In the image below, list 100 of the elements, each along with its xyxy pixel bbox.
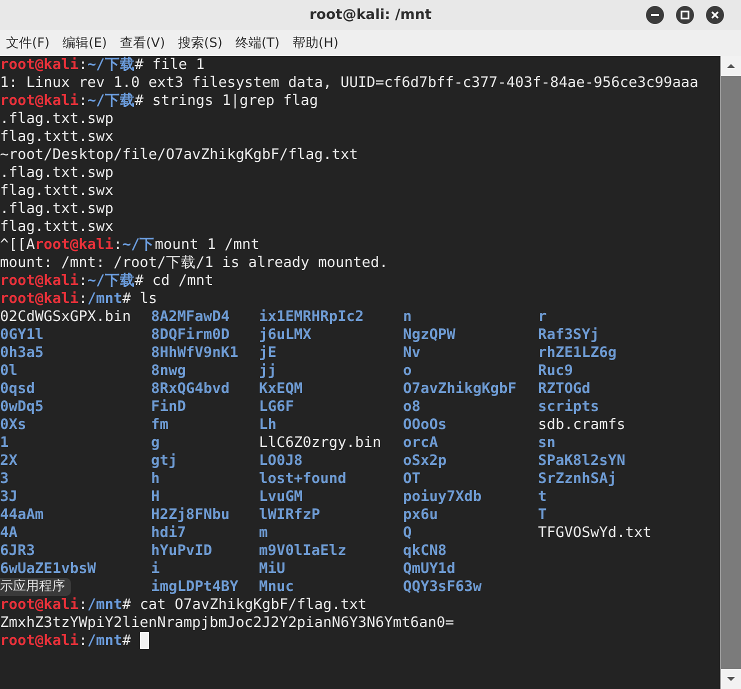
directory-name: scripts xyxy=(538,398,600,416)
file-name: TFGVOSwYd.txt xyxy=(538,524,652,542)
directory-name: g xyxy=(151,434,160,452)
terminal-line: flag.txtt.swx xyxy=(0,219,114,235)
directory-name: 0wDq5 xyxy=(0,398,44,416)
menu-item[interactable]: 查看(V) xyxy=(120,32,166,54)
close-icon[interactable] xyxy=(706,6,724,24)
directory-name: MiU xyxy=(259,560,286,578)
terminal-line: flag.txtt.swx xyxy=(0,183,114,199)
directory-name: LO0J8 xyxy=(259,452,303,470)
directory-name: jE xyxy=(259,344,276,362)
directory-name: 8A2MFawD4 xyxy=(151,308,230,326)
file-name: sdb.cramfs xyxy=(538,416,626,434)
directory-name: m xyxy=(259,524,268,542)
directory-name: Lh xyxy=(259,416,276,434)
directory-name: lost+found xyxy=(259,470,346,488)
directory-name: QQY3sF63w xyxy=(403,578,482,596)
terminal-line: root@kali:~/下载# file 1 xyxy=(0,57,205,73)
directory-name: Nv xyxy=(403,344,420,362)
directory-name: RZTOGd xyxy=(538,380,590,398)
terminal-line: ~root/Desktop/file/O7avZhikgKgbF/flag.txt xyxy=(0,147,358,163)
directory-name: orcA xyxy=(403,434,438,452)
directory-name: 0h3a5 xyxy=(0,344,44,362)
directory-name: imgLDPt4BY xyxy=(151,578,238,596)
directory-name: h xyxy=(151,470,160,488)
menu-item[interactable]: 文件(F) xyxy=(6,32,50,54)
directory-name: 44aAm xyxy=(0,506,44,524)
directory-name: qkCN8 xyxy=(403,542,447,560)
directory-name: 6JR3 xyxy=(0,542,35,560)
directory-name: 0qsd xyxy=(0,380,35,398)
terminal-line: root@kali:/mnt# ls xyxy=(0,291,158,307)
directory-name: 0GY1l xyxy=(0,326,44,344)
directory-name: H2Zj8FNbu xyxy=(151,506,230,524)
directory-name: sn xyxy=(538,434,556,452)
terminal-line: root@kali:/mnt# cat O7avZhikgKgbF/flag.txt xyxy=(0,597,367,613)
directory-name: hdi7 xyxy=(151,524,186,542)
directory-name: 8HhWfV9nK1 xyxy=(151,344,238,362)
file-name: LlC6Z0zrgy.bin xyxy=(259,434,382,452)
directory-name: SrZznhSAj xyxy=(538,470,617,488)
directory-name: 8nwg xyxy=(151,362,186,380)
directory-name: hYuPvID xyxy=(151,542,212,560)
maximize-icon[interactable] xyxy=(676,6,694,24)
menu-item[interactable]: 编辑(E) xyxy=(62,32,107,54)
directory-name: rhZE1LZ6g xyxy=(538,344,617,362)
directory-name: 1 xyxy=(0,434,9,452)
terminal-line: .flag.txt.swp xyxy=(0,201,114,217)
directory-name: 8RxQG4bvd xyxy=(151,380,230,398)
directory-name: j6uLMX xyxy=(259,326,312,344)
directory-name: ix1EMRHRpIc2 xyxy=(259,308,364,326)
directory-name: poiuy7Xdb xyxy=(403,488,482,506)
directory-name: H xyxy=(151,488,160,506)
directory-name: oSx2p xyxy=(403,452,447,470)
directory-name: OT xyxy=(403,470,420,488)
menu-item[interactable]: 搜索(S) xyxy=(178,32,222,54)
directory-name: m9V0lIaElz xyxy=(259,542,346,560)
minimize-icon[interactable] xyxy=(646,6,664,24)
menu-item[interactable]: 终端(T) xyxy=(235,32,280,54)
terminal-line: root@kali:~/下载# cd /mnt xyxy=(0,273,214,289)
menu-item[interactable]: 帮助(H) xyxy=(292,32,338,54)
terminal-line: flag.txtt.swx xyxy=(0,129,114,145)
directory-name: lWIRfzP xyxy=(259,506,320,524)
directory-name: n xyxy=(403,308,412,326)
scroll-up-icon[interactable] xyxy=(721,56,741,76)
directory-name: px6u xyxy=(403,506,438,524)
directory-name: LG6F xyxy=(259,398,294,416)
directory-name: LvuGM xyxy=(259,488,303,506)
directory-name: 4A xyxy=(0,524,18,542)
file-name: 02CdWGSxGPX.bin xyxy=(0,308,131,326)
directory-name: Mnuc xyxy=(259,578,294,596)
terminal-line: 1: Linux rev 1.0 ext3 filesystem data, UUID=cf6d7bff-c377-403f-84ae-956ce3c99aaa xyxy=(0,75,698,91)
directory-name: OOoOs xyxy=(403,416,447,434)
directory-name: Q xyxy=(403,524,412,542)
directory-name: fm xyxy=(151,416,168,434)
directory-name: FinD xyxy=(151,398,186,416)
window-title: root@kali: /mnt xyxy=(308,7,433,23)
directory-name: O7avZhikgKgbF xyxy=(403,380,516,398)
directory-name: 0l xyxy=(0,362,18,380)
terminal-line: .flag.txt.swp xyxy=(0,165,114,181)
directory-name: 3 xyxy=(0,470,9,488)
scroll-down-icon[interactable] xyxy=(721,669,741,689)
directory-name: NgzQPW xyxy=(403,326,456,344)
directory-name: r xyxy=(538,308,547,326)
tooltip: 示应用程序 xyxy=(0,578,71,596)
terminal-line: ZmxhZ3tzYWpiY2lienNrampjbmJoc2J2Y2pianN6Y3N6Ymt6an0= xyxy=(0,615,454,631)
directory-name: 2X xyxy=(0,452,18,470)
terminal-line: mount: /mnt: /root/下载/1 is already mounted. xyxy=(0,255,388,271)
directory-name: i xyxy=(151,560,160,578)
directory-name: 6wUaZE1vbsW xyxy=(0,560,96,578)
directory-name: t xyxy=(538,488,547,506)
directory-name: 3J xyxy=(0,488,18,506)
directory-name: jj xyxy=(259,362,276,380)
directory-name: 0Xs xyxy=(0,416,26,434)
terminal-line: root@kali:/mnt# xyxy=(0,633,132,649)
terminal-line: root@kali:~/下载# strings 1|grep flag xyxy=(0,93,318,109)
scroll-bar[interactable] xyxy=(720,56,741,689)
directory-name: QmUY1d xyxy=(403,560,456,578)
directory-name: T xyxy=(538,506,547,524)
directory-name: o8 xyxy=(403,398,420,416)
directory-name: Ruc9 xyxy=(538,362,573,380)
directory-name: o xyxy=(403,362,412,380)
